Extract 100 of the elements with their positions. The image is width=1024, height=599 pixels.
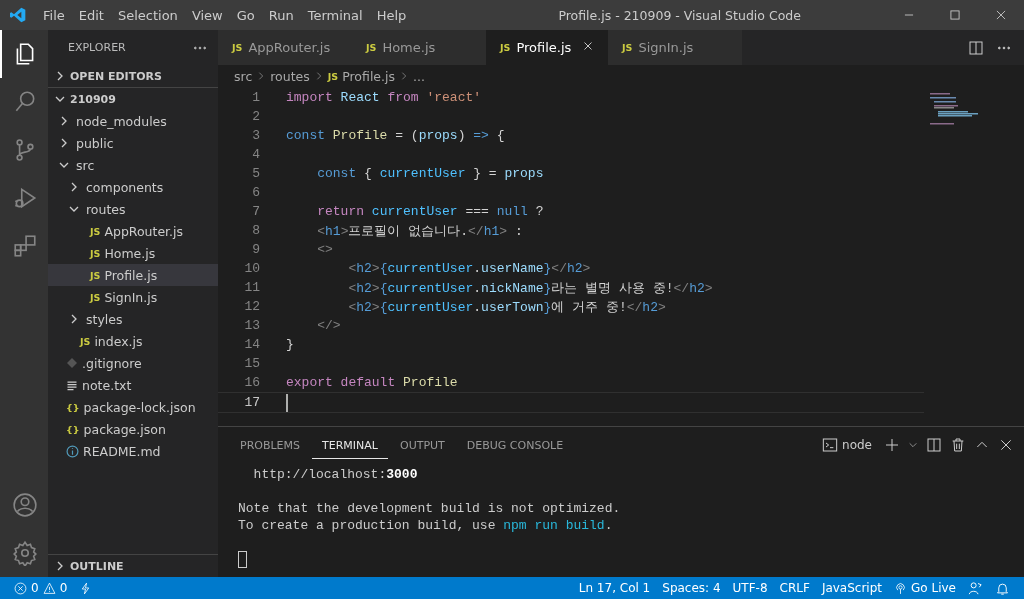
plus-icon[interactable] (884, 436, 900, 453)
problems-indicator[interactable]: 0 0 (8, 581, 74, 595)
line-number: 17 (243, 395, 260, 410)
tree-item[interactable]: node_modules (48, 110, 218, 132)
breadcrumb-item[interactable]: Profile.js (342, 68, 395, 84)
editor-tab[interactable]: JS Profile.js (486, 30, 608, 65)
line-number: 1 (251, 90, 260, 105)
section-header[interactable]: OPEN EDITORS (48, 65, 218, 87)
line-number: 4 (251, 147, 260, 162)
tree-item[interactable]: public (48, 132, 218, 154)
code-line: </> (316, 318, 341, 333)
line-number: 6 (251, 185, 260, 200)
tree-item[interactable]: src (48, 154, 218, 176)
terminal-line: To create a production build, use npm run build. (238, 517, 614, 534)
account-icon[interactable] (12, 492, 38, 518)
menu-item[interactable]: Terminal (300, 7, 370, 23)
code-line: <h2>{currentUser.userName}</h2> (347, 261, 591, 276)
file-type-icon: JS (80, 335, 91, 347)
code-line: import React from 'react' (285, 90, 482, 105)
line-number: 10 (243, 261, 260, 276)
chevron-right-icon (399, 71, 409, 81)
menu-item[interactable]: Go (229, 7, 262, 23)
editor-tab[interactable]: JS SignIn.js (608, 30, 742, 65)
line-number: 13 (243, 318, 260, 333)
line-number: 12 (243, 299, 260, 314)
run-debug-icon[interactable] (12, 185, 38, 211)
status-item[interactable]: CRLF (773, 581, 816, 595)
file-type-icon: JS (90, 247, 101, 259)
code-line: <h2>{currentUser.nickName}라는 별명 사용 중!</h2> (347, 279, 713, 297)
feedback-icon[interactable] (968, 580, 983, 596)
panel-tab[interactable]: OUTPUT (390, 430, 455, 459)
line-number: 2 (251, 109, 260, 124)
file-type-icon: JS (90, 269, 101, 281)
code-line: const { currentUser } = props (316, 166, 544, 181)
trash-icon[interactable] (950, 436, 966, 453)
settings-icon[interactable] (12, 540, 38, 566)
editor-tab[interactable]: JS AppRouter.js (218, 30, 352, 65)
tree-item[interactable]: {} package.json (48, 418, 218, 440)
code-line: <> (316, 242, 333, 257)
tree-item[interactable]: .gitignore (48, 352, 218, 374)
file-type-icon: JS (327, 70, 339, 82)
tree-item[interactable]: {} package-lock.json (48, 396, 218, 418)
split-editor-icon[interactable] (968, 39, 984, 56)
warning-icon (42, 581, 56, 595)
folder-header[interactable]: 210909 (48, 87, 218, 110)
split-terminal-icon[interactable] (926, 436, 942, 453)
menu-item[interactable]: Edit (71, 7, 111, 23)
panel-tab[interactable]: TERMINAL (312, 430, 388, 459)
line-number: 16 (243, 375, 260, 390)
line-number: 14 (243, 337, 260, 352)
breadcrumb-item[interactable]: routes (270, 68, 310, 84)
menu-item[interactable]: View (184, 7, 230, 23)
code-line: <h1>프로필이 없습니다.</h1> : (316, 222, 523, 240)
tree-item[interactable]: README.md (48, 440, 218, 462)
menu-item[interactable]: Help (369, 7, 414, 23)
status-item[interactable]: UTF-8 (726, 581, 774, 595)
status-item[interactable]: JavaScript (815, 581, 889, 595)
error-icon (14, 581, 27, 595)
file-type-icon: {} (66, 423, 80, 435)
editor-tab[interactable]: JS Home.js (352, 30, 486, 65)
terminal-cursor (238, 551, 247, 568)
tree-item[interactable]: routes (48, 198, 218, 220)
menu-item[interactable]: File (36, 7, 72, 23)
tree-item[interactable]: JS Profile.js (48, 264, 218, 286)
code-line: } (285, 337, 294, 352)
file-type-icon: JS (90, 291, 101, 303)
terminal-line: Note that the development build is not optimized. (238, 500, 622, 517)
broadcast-icon (894, 581, 908, 595)
file-type-icon: JS (90, 225, 101, 237)
sidebar-title: EXPLORER (68, 41, 126, 54)
terminal-line: http://localhost:3000 (252, 466, 419, 483)
info-icon (66, 444, 79, 458)
line-number: 11 (243, 280, 260, 295)
status-item[interactable]: Spaces: 4 (656, 581, 727, 595)
terminal-selector[interactable]: node (818, 434, 876, 455)
panel-tab[interactable]: PROBLEMS (230, 430, 311, 459)
tree-item[interactable]: note.txt (48, 374, 218, 396)
status-item[interactable]: Ln 17, Col 1 (572, 581, 657, 595)
tree-item[interactable]: styles (48, 308, 218, 330)
breadcrumb-item[interactable]: src (234, 68, 253, 84)
lines-icon (66, 379, 78, 391)
bell-icon[interactable] (995, 580, 1010, 596)
tree-item[interactable]: components (48, 176, 218, 198)
go-live-button[interactable]: Go Live (888, 581, 962, 595)
extensions-icon[interactable] (12, 233, 38, 259)
tree-item[interactable]: JS SignIn.js (48, 286, 218, 308)
tree-item[interactable]: JS AppRouter.js (48, 220, 218, 242)
line-number: 3 (251, 128, 260, 143)
tree-item[interactable]: JS index.js (48, 330, 218, 352)
menu-item[interactable]: Run (261, 7, 301, 23)
terminal-icon (822, 436, 839, 453)
code-line: export default Profile (285, 375, 458, 390)
breadcrumb-item[interactable]: ... (413, 68, 425, 84)
diamond-icon (66, 357, 78, 369)
panel-tab[interactable]: DEBUG CONSOLE (456, 430, 574, 459)
menu-item[interactable]: Selection (110, 7, 185, 23)
code-line: const Profile = (props) => { (285, 128, 505, 143)
tree-item[interactable]: JS Home.js (48, 242, 218, 264)
code-line: return currentUser === null ? (316, 204, 544, 219)
close-icon[interactable] (582, 40, 594, 52)
